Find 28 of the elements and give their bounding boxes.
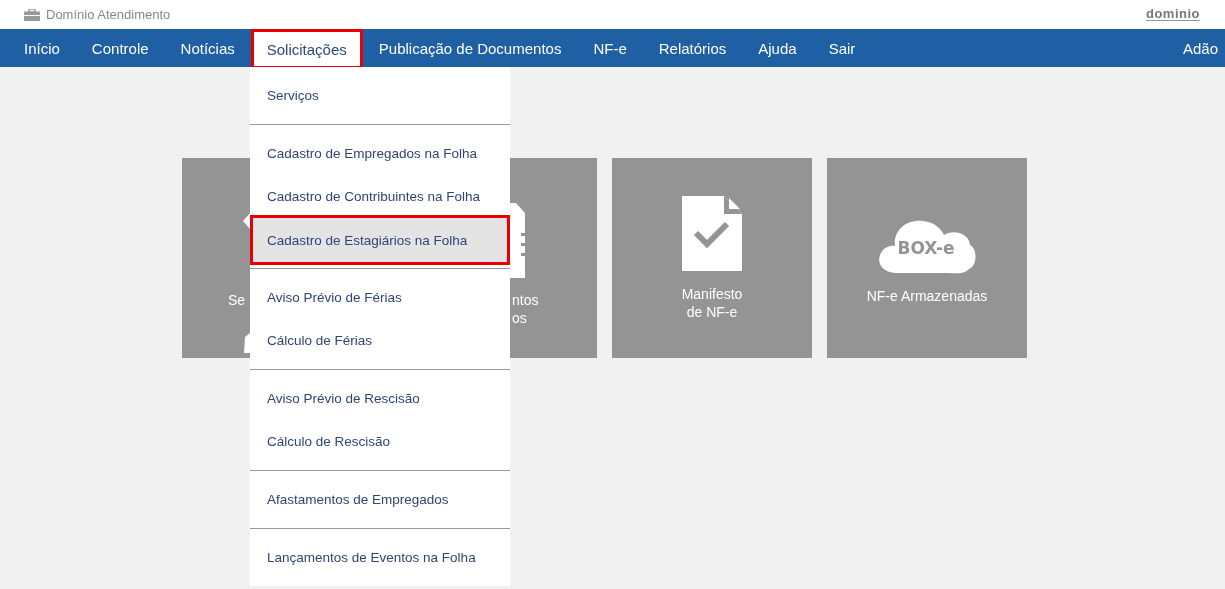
nav-tab[interactable]: NF-e bbox=[577, 29, 643, 67]
nav-tab[interactable]: Notícias bbox=[164, 29, 251, 67]
menu-item[interactable]: Cadastro de Contribuintes na Folha bbox=[250, 175, 510, 218]
user-name[interactable]: Adão bbox=[1182, 29, 1225, 67]
nav-tab[interactable]: Início bbox=[8, 29, 76, 67]
nav-tab[interactable]: Solicitações bbox=[250, 29, 363, 69]
tile-label: NF-e Armazenadas bbox=[866, 287, 988, 305]
tile-label: ntos os bbox=[512, 291, 539, 327]
brand-logo: dominio bbox=[1145, 8, 1200, 21]
tile-label: Manifesto de NF-e bbox=[681, 284, 743, 321]
menu-item[interactable]: Cadastro de Estagiários na Folha bbox=[250, 215, 510, 265]
menu-item[interactable]: Lançamentos de Eventos na Folha bbox=[250, 536, 510, 579]
menu-item[interactable]: Serviços bbox=[250, 74, 510, 117]
nav-tab[interactable]: Relatórios bbox=[642, 29, 743, 67]
nav-tab[interactable]: Ajuda bbox=[742, 29, 813, 67]
menu-item[interactable]: Cadastro de Empregados na Folha bbox=[250, 132, 510, 175]
briefcase-icon bbox=[24, 8, 40, 21]
menu-item[interactable]: Cálculo de Férias bbox=[250, 319, 510, 362]
nav-tab[interactable]: Controle bbox=[75, 29, 165, 67]
tile-label: Se bbox=[227, 291, 245, 309]
nav-tab[interactable]: Publicação de Documentos bbox=[362, 29, 578, 67]
menu-item[interactable]: Aviso Prévio de Férias bbox=[250, 276, 510, 319]
menu-item[interactable]: Afastamentos de Empregados bbox=[250, 478, 510, 521]
menu-item[interactable]: Aviso Prévio de Rescisão bbox=[250, 377, 510, 420]
nav-tab[interactable]: Sair bbox=[812, 29, 872, 67]
app-title: Domínio Atendimento bbox=[46, 7, 171, 22]
document-check-icon bbox=[682, 195, 742, 271]
menu-item[interactable]: Cálculo de Rescisão bbox=[250, 420, 510, 463]
